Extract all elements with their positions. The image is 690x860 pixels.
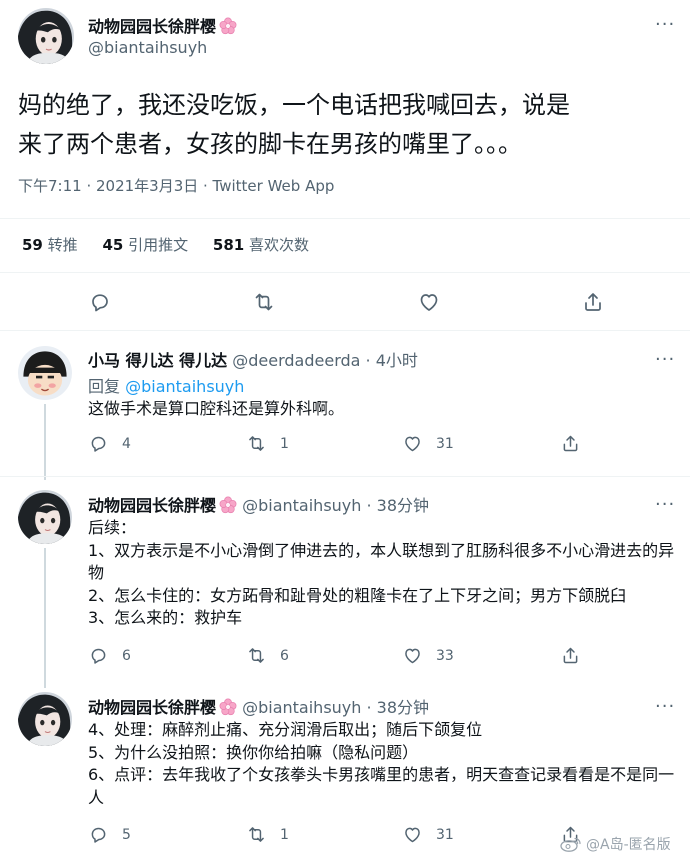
watermark: @A岛-匿名版 [560,834,671,854]
share-icon [560,645,581,666]
cherry-blossom-emoji [219,17,237,35]
tweet-stats: 59 转推 45 引用推文 581 喜欢次数 [22,234,309,255]
reply-time[interactable]: · 38分钟 [367,698,430,717]
author-name[interactable]: 动物园园长徐胖樱 [88,698,237,717]
reply-header: 动物园园长徐胖樱 @biantaihsuyh · 38分钟 [88,694,429,718]
more-icon[interactable]: ··· [655,351,675,369]
like-button[interactable]: 31 [402,824,454,845]
like-stat[interactable]: 581 喜欢次数 [213,236,309,254]
retweet-button[interactable]: 1 [246,824,289,845]
author-handle[interactable]: @biantaihsuyh [88,38,207,57]
tweet-timestamp[interactable]: 下午7:11 · 2021年3月3日 · Twitter Web App [18,175,334,196]
quote-stat[interactable]: 45 引用推文 [102,236,188,254]
reply-button[interactable]: 5 [88,824,131,845]
like-button[interactable]: 31 [402,433,454,454]
author-name[interactable]: 动物园园长徐胖樱 [88,496,237,515]
author-name[interactable]: 小马 得儿达 得儿达 [88,351,227,370]
like-icon [402,824,423,845]
thread-line [44,548,46,688]
reply-time[interactable]: · 4小时 [366,351,418,370]
reply-icon [88,824,109,845]
reply-text: 后续： 1、双方表示是不小心滑倒了伸进去的，本人联想到了肛肠科很多不小心滑进去的… [88,518,675,627]
share-icon [560,433,581,454]
like-icon [402,645,423,666]
reply-button[interactable]: 4 [88,433,131,454]
retweet-button[interactable]: 6 [246,645,289,666]
avatar[interactable] [18,490,72,544]
reply-icon [88,645,109,666]
retweet-button[interactable]: 1 [246,433,289,454]
more-icon[interactable]: ··· [655,16,675,34]
avatar-image [18,692,72,746]
avatar-image [18,490,72,544]
author-handle[interactable]: @deerdadeerda [232,351,360,370]
cherry-blossom-emoji [219,698,237,716]
reply-to-link[interactable]: @biantaihsuyh [125,377,244,396]
share-icon [581,290,605,314]
author-name[interactable]: 动物园园长徐胖樱 [88,13,237,37]
avatar[interactable] [18,8,74,64]
avatar[interactable] [18,346,72,400]
reply-button[interactable]: 6 [88,645,131,666]
avatar[interactable] [18,692,72,746]
reply-header: 小马 得儿达 得儿达 @deerdadeerda · 4小时 [88,347,418,371]
weibo-icon [560,837,581,852]
thread-line [44,404,46,480]
retweet-stat[interactable]: 59 转推 [22,236,78,254]
avatar-image [18,346,72,400]
tweet-text: 妈的绝了，我还没吃饭，一个电话把我喊回去，说是来了两个患者，女孩的脚卡在男孩的嘴… [18,91,570,158]
avatar-image [18,8,74,64]
retweet-icon [246,824,267,845]
like-icon [417,290,441,314]
cherry-blossom-emoji [219,496,237,514]
retweet-icon [246,433,267,454]
replying-to: 回复 @biantaihsuyh [88,377,245,396]
reply-icon [88,290,112,314]
like-icon [402,433,423,454]
more-icon[interactable]: ··· [655,496,675,514]
reply-icon [88,433,109,454]
reply-button[interactable] [88,290,112,314]
like-button[interactable]: 33 [402,645,454,666]
reply-text: 这做手术是算口腔科还是算外科啊。 [88,399,345,418]
share-button[interactable] [581,290,605,314]
share-button[interactable] [560,645,581,666]
author-handle[interactable]: @biantaihsuyh [242,698,361,717]
reply-text: 4、处理：麻醉剂止痛、充分润滑后取出；随后下颌复位 5、为什么没拍照：换你你给拍… [88,720,675,807]
author-handle[interactable]: @biantaihsuyh [242,496,361,515]
retweet-button[interactable] [252,290,276,314]
reply-header: 动物园园长徐胖樱 @biantaihsuyh · 38分钟 [88,492,429,516]
share-button[interactable] [560,433,581,454]
retweet-icon [246,645,267,666]
retweet-icon [252,290,276,314]
reply-time[interactable]: · 38分钟 [367,496,430,515]
more-icon[interactable]: ··· [655,698,675,716]
like-button[interactable] [417,290,441,314]
